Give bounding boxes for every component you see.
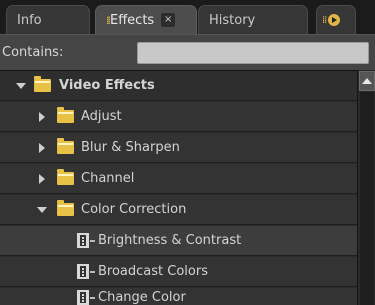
grip-icon[interactable]: ⁞⁞	[106, 14, 111, 27]
tree-effect-broadcast-colors[interactable]: Broadcast Colors	[0, 257, 357, 287]
folder-icon	[57, 169, 74, 185]
tree-folder-blur-sharpen[interactable]: Blur & Sharpen	[0, 133, 357, 163]
tree-item-label: Color Correction	[81, 202, 187, 217]
effect-icon-dash	[90, 239, 95, 242]
effect-icon	[77, 290, 89, 305]
tree-item-label: Video Effects	[59, 78, 155, 93]
tree-item-label: Channel	[81, 171, 135, 186]
tree-folder-adjust[interactable]: Adjust	[0, 102, 357, 132]
tab-effects-label: Effects	[110, 12, 155, 28]
search-input[interactable]	[137, 42, 369, 64]
tab-info[interactable]: Info	[6, 5, 90, 34]
panel-menu-icon[interactable]	[328, 14, 341, 26]
tree-folder-color-correction[interactable]: Color Correction	[0, 195, 357, 225]
grip-icon: ⁞⁞	[322, 14, 327, 26]
tab-effects[interactable]: ⁞⁞ Effects ×	[95, 5, 197, 34]
tab-history[interactable]: History	[198, 5, 308, 34]
effects-tree: Video Effects Adjust Blur & Sharpen Chan…	[0, 70, 357, 305]
tree-effect-brightness-contrast[interactable]: Brightness & Contrast	[0, 226, 357, 256]
search-bar: Contains:	[0, 34, 375, 70]
search-label: Contains:	[2, 45, 64, 60]
scroll-up-icon[interactable]	[359, 71, 375, 91]
tree-item-label: Broadcast Colors	[98, 264, 208, 279]
close-icon[interactable]: ×	[161, 13, 176, 27]
tree-folder-video-effects[interactable]: Video Effects	[0, 71, 357, 101]
folder-icon	[57, 138, 74, 154]
effect-icon	[77, 264, 89, 279]
tree-item-label: Brightness & Contrast	[98, 233, 242, 248]
chevron-down-icon[interactable]	[37, 206, 47, 213]
tab-info-label: Info	[17, 12, 42, 28]
folder-icon	[34, 76, 51, 92]
tree-effect-change-color[interactable]: Change Color	[0, 288, 357, 305]
chevron-right-icon[interactable]	[39, 173, 45, 184]
chevron-down-icon[interactable]	[16, 82, 26, 89]
chevron-right-icon[interactable]	[39, 111, 45, 122]
effect-icon-dash	[90, 296, 95, 299]
tab-history-label: History	[209, 12, 256, 28]
effect-icon	[77, 233, 89, 248]
tree-item-label: Change Color	[98, 290, 186, 305]
folder-icon	[57, 107, 74, 123]
tree-item-label: Blur & Sharpen	[81, 140, 180, 155]
chevron-right-icon[interactable]	[39, 142, 45, 153]
tree-folder-channel[interactable]: Channel	[0, 164, 357, 194]
scrollbar-track[interactable]	[360, 92, 374, 305]
panel-tab-bar: Info ⁞⁞ Effects × History ⁞⁞	[0, 0, 375, 34]
effect-icon-dash	[90, 270, 95, 273]
tree-item-label: Adjust	[81, 109, 122, 124]
vertical-scrollbar[interactable]	[357, 70, 375, 305]
folder-icon	[57, 200, 74, 216]
panel-menu-tab[interactable]: ⁞⁞	[316, 5, 356, 34]
